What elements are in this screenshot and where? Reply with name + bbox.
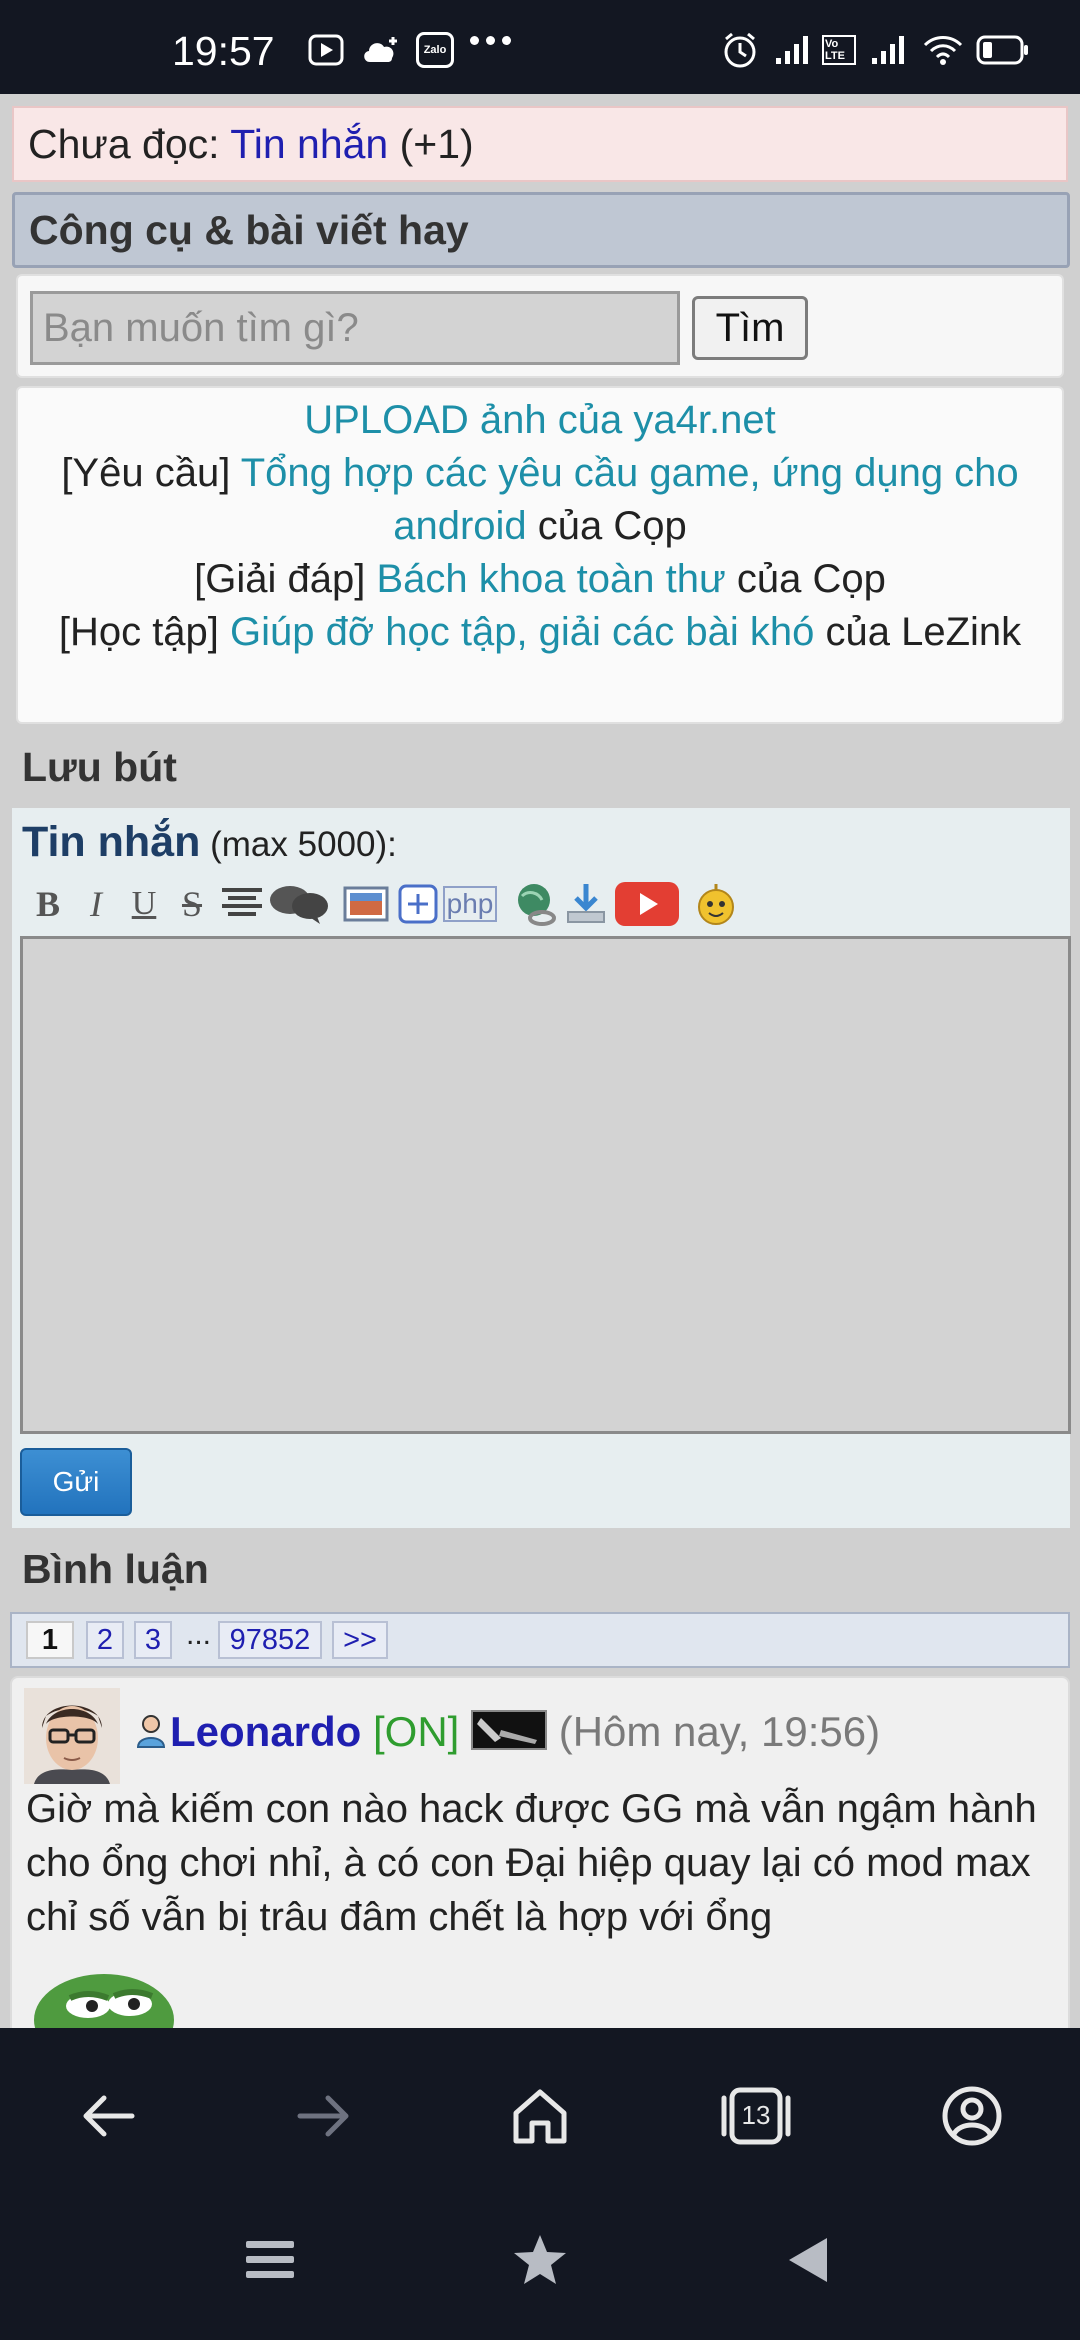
smiley-icon[interactable]: [690, 876, 742, 932]
forward-icon[interactable]: [284, 2076, 364, 2156]
tabs-count: 13: [741, 2100, 771, 2130]
signal-icon: [774, 32, 810, 68]
strike-icon[interactable]: S: [166, 876, 218, 932]
bold-icon[interactable]: B: [22, 876, 74, 932]
php-icon[interactable]: php: [440, 876, 500, 932]
upload-link[interactable]: UPLOAD ảnh của ya4r.net: [304, 398, 775, 442]
guestbook-title: Lưu bút: [22, 744, 177, 790]
search-form: Tìm: [16, 274, 1064, 378]
tabs-icon[interactable]: 13: [716, 2076, 796, 2156]
account-icon[interactable]: [932, 2076, 1012, 2156]
tools-section-title: Công cụ & bài viết hay: [12, 192, 1070, 268]
battery-icon: [976, 32, 1030, 68]
study-help-link[interactable]: Giúp đỡ học tập, giải các bài khó: [230, 610, 814, 654]
page-content: Chưa đọc: Tin nhắn (+1) Công cụ & bài vi…: [0, 94, 1080, 2028]
unread-count: (+1): [388, 121, 474, 167]
message-label-text: Tin nhắn: [22, 818, 201, 866]
rank-badge-icon: [471, 1709, 548, 1760]
play-store-icon: [308, 32, 344, 68]
unread-messages-link[interactable]: Tin nhắn: [230, 121, 388, 167]
encyclopedia-author: của Cọp: [725, 557, 886, 601]
comment-username[interactable]: Leonardo: [170, 1708, 361, 1755]
message-label: Tin nhắn (max 5000):: [22, 818, 397, 867]
volte-icon: Vo LTE: [822, 32, 856, 68]
comment-item: Leonardo [ON] (Hôm nay, 19:56) Giờ mà ki…: [10, 1676, 1070, 2028]
page-1[interactable]: 1: [26, 1621, 74, 1659]
send-button[interactable]: Gửi: [20, 1448, 132, 1516]
download-icon[interactable]: [560, 876, 612, 932]
avatar[interactable]: [24, 1688, 120, 1784]
comment-header: Leonardo [ON] (Hôm nay, 19:56): [136, 1708, 880, 1760]
study-tag: [Học tập]: [58, 610, 231, 654]
browser-nav-bar: 13: [0, 2028, 1080, 2198]
italic-glyph: I: [90, 884, 102, 924]
wifi-icon: [922, 32, 964, 68]
user-icon: [136, 1711, 166, 1759]
strike-glyph: S: [181, 884, 203, 924]
bookmark-star-icon[interactable]: [500, 2220, 580, 2300]
search-button[interactable]: Tìm: [692, 296, 808, 360]
comments-title: Bình luận: [22, 1546, 209, 1592]
youtube-icon[interactable]: [612, 876, 682, 932]
clock: 19:57: [172, 28, 275, 74]
bold-glyph: B: [35, 884, 60, 924]
page-3[interactable]: 3: [134, 1621, 172, 1659]
signal-icon-2: [870, 32, 906, 68]
cloud-icon: [360, 32, 400, 68]
max-length-label: (max 5000):: [200, 825, 397, 864]
menu-icon[interactable]: [230, 2220, 310, 2300]
home-icon[interactable]: [500, 2076, 580, 2156]
page-ellipsis: ...: [186, 1618, 212, 1651]
italic-icon[interactable]: I: [70, 876, 122, 932]
editor-toolbar: B I U S php: [22, 876, 1062, 932]
request-author: của Cọp: [526, 504, 687, 548]
page-2[interactable]: 2: [86, 1621, 124, 1659]
request-tag: [Yêu cầu]: [61, 451, 241, 495]
comment-text: Giờ mà kiếm con nào hack được GG mà vẫn …: [26, 1787, 1037, 1939]
online-status: [ON]: [373, 1708, 460, 1755]
page-next[interactable]: >>: [332, 1621, 388, 1659]
pagination: 1 2 3 ... 97852 >>: [10, 1612, 1070, 1668]
php-glyph: php: [442, 886, 498, 922]
system-nav-bar: [0, 2198, 1080, 2340]
encyclopedia-link[interactable]: Bách khoa toàn thư: [376, 557, 725, 601]
search-input[interactable]: [30, 291, 680, 365]
back-icon[interactable]: [68, 2076, 148, 2156]
message-textarea[interactable]: [20, 936, 1071, 1434]
alarm-icon: [720, 32, 760, 68]
link-icon[interactable]: [510, 876, 562, 932]
answers-tag: [Giải đáp]: [194, 557, 377, 601]
volte-label: Vo LTE: [822, 35, 856, 65]
align-center-icon[interactable]: [216, 876, 268, 932]
more-dots-icon: [470, 36, 511, 45]
guestbook-form: Tin nhắn (max 5000): B I U S php: [12, 808, 1071, 1528]
comment-time: (Hôm nay, 19:56): [558, 1708, 881, 1755]
featured-links: UPLOAD ảnh của ya4r.net [Yêu cầu] Tổng h…: [16, 386, 1064, 724]
unread-prefix: Chưa đọc:: [28, 121, 231, 167]
pepe-sticker-image: [26, 1950, 186, 2028]
status-bar: 19:57 Zalo Vo LTE: [0, 0, 1080, 94]
add-icon[interactable]: [392, 876, 444, 932]
system-back-icon[interactable]: [768, 2220, 848, 2300]
zalo-label: Zalo: [423, 44, 447, 56]
unread-notice: Chưa đọc: Tin nhắn (+1): [12, 106, 1068, 182]
image-icon[interactable]: [340, 876, 392, 932]
zalo-icon: Zalo: [416, 32, 454, 68]
underline-glyph: U: [131, 885, 157, 922]
study-author: của LeZink: [814, 610, 1022, 654]
quote-icon[interactable]: [268, 876, 330, 932]
underline-icon[interactable]: U: [118, 876, 170, 932]
page-last[interactable]: 97852: [218, 1621, 322, 1659]
